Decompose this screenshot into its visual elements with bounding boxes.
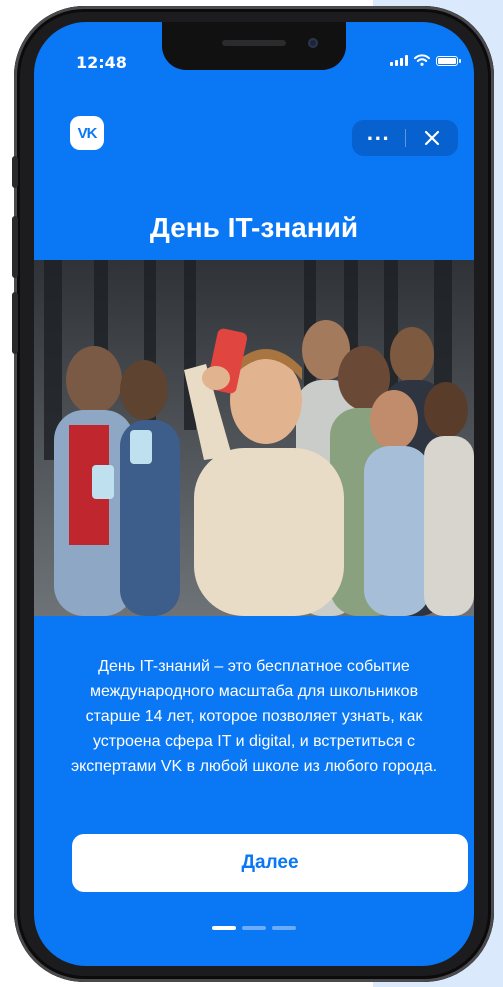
earpiece-speaker <box>222 40 286 46</box>
page-title: День IT-знаний <box>149 212 359 243</box>
event-description: День IT-знаний – это бесплатное событие … <box>70 658 438 775</box>
volume-up-button <box>12 216 18 278</box>
signal-icon <box>390 55 408 66</box>
phone-screen: 12:48 VK ... День IT-знаний День IT-знан… <box>34 22 474 966</box>
volume-down-button <box>12 292 18 354</box>
close-icon <box>424 130 439 146</box>
notch <box>162 22 346 70</box>
pager-dot-3[interactable] <box>272 926 296 930</box>
group-selfie-photo <box>34 260 474 616</box>
more-button[interactable]: ... <box>352 120 405 156</box>
vk-logo: VK <box>70 116 104 150</box>
close-button[interactable] <box>406 120 459 156</box>
more-horizontal-icon: ... <box>366 124 390 145</box>
pager-dots <box>34 926 474 930</box>
next-button[interactable]: Далее <box>72 834 468 892</box>
status-icons <box>390 54 461 66</box>
battery-icon <box>436 56 461 66</box>
front-camera <box>308 38 318 48</box>
status-time: 12:48 <box>76 53 127 72</box>
group-selfie-photo-graphic <box>34 260 474 616</box>
wifi-icon <box>414 54 430 66</box>
pager-dot-2[interactable] <box>242 926 266 930</box>
mute-switch <box>12 156 18 188</box>
pager-dot-1[interactable] <box>212 926 236 930</box>
mini-app-controls: ... <box>352 120 458 156</box>
